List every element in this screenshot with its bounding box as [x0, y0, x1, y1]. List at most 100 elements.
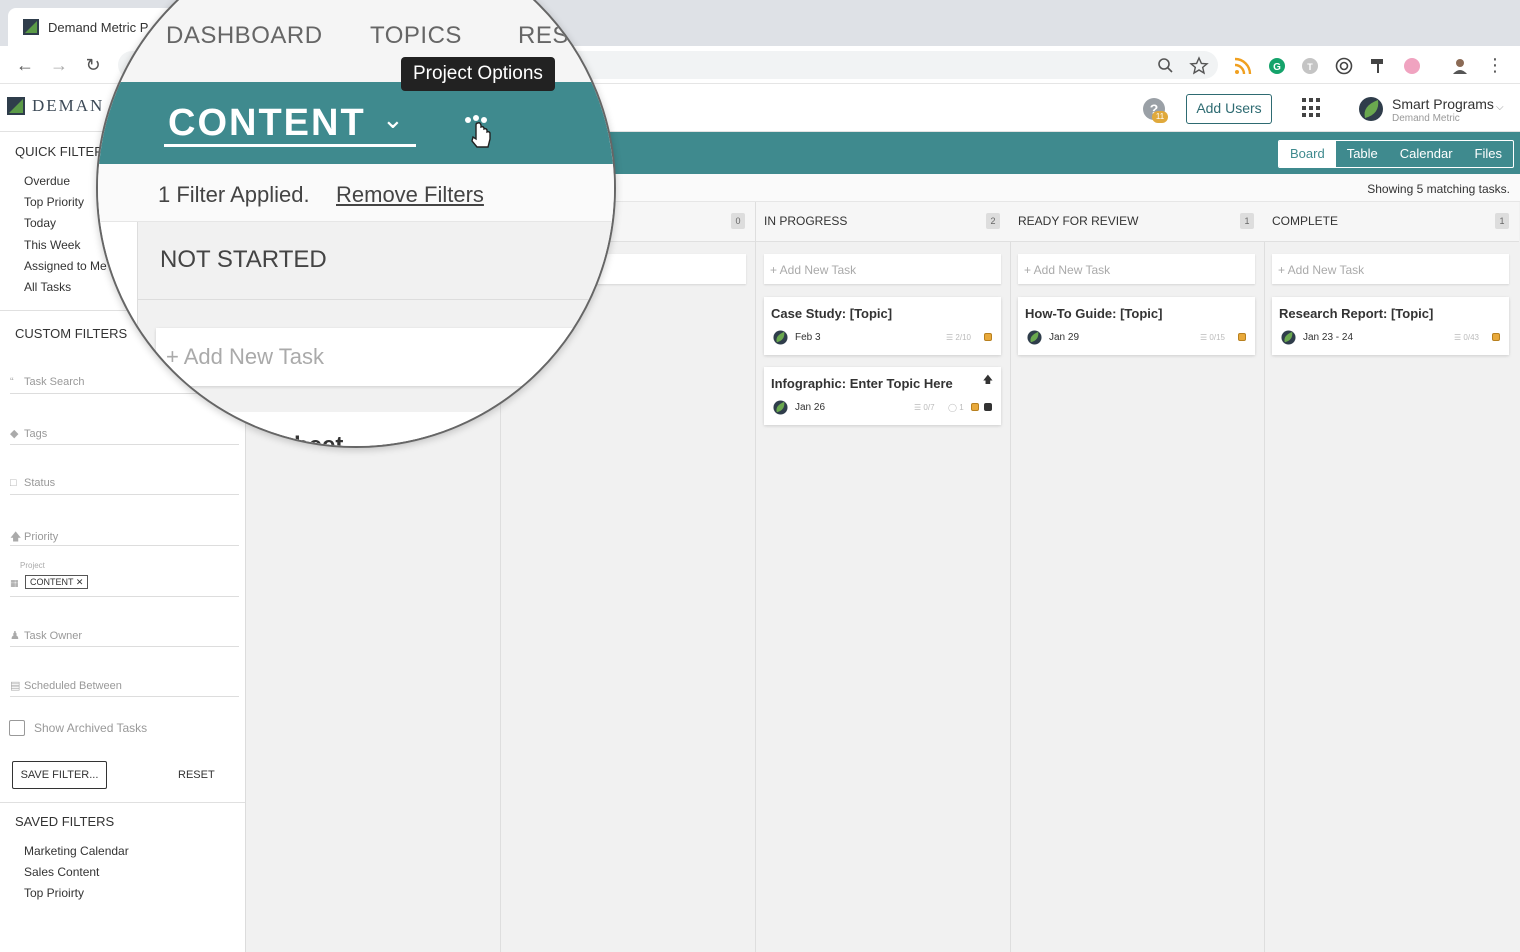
magnified-column-header: NOT STARTED	[138, 222, 614, 300]
magnified-filter-bar: 1 Filter Applied. Remove Filters	[98, 164, 614, 222]
demand-metric-logo-icon	[7, 97, 25, 115]
saved-filter-top-priority[interactable]: Top Prioirty	[24, 886, 84, 900]
task-title: Case Study: [Topic]	[771, 306, 893, 321]
magnified-sidebar-edge	[98, 222, 138, 446]
nav-resources[interactable]: RES	[518, 22, 569, 50]
account-caret-icon[interactable]: ⌵	[1496, 102, 1504, 113]
checklist-progress: ☰ 0/7	[914, 403, 935, 412]
tab-calendar[interactable]: Calendar	[1389, 141, 1464, 167]
add-task-input[interactable]: + Add New Task	[764, 254, 1001, 284]
saved-filters-heading: SAVED FILTERS	[15, 814, 115, 829]
tab-files[interactable]: Files	[1464, 141, 1513, 167]
rss-extension-icon[interactable]	[1233, 56, 1253, 76]
checklist-count: 0/43	[1463, 333, 1479, 342]
checklist-count: 0/15	[1209, 333, 1225, 342]
nav-topics[interactable]: TOPICS	[370, 22, 462, 50]
status-placeholder: Status	[24, 477, 56, 489]
quote-icon: “	[10, 376, 14, 388]
filter-applied-text: 1 Filter Applied.	[158, 182, 310, 207]
quick-filter-top-priority[interactable]: Top Priority	[24, 195, 84, 209]
owner-avatar-icon	[1281, 330, 1296, 345]
tab-board[interactable]: Board	[1279, 141, 1336, 167]
column-title: COMPLETE	[1272, 214, 1339, 228]
add-task-input[interactable]: + Add New Task	[1272, 254, 1509, 284]
account-avatar-icon[interactable]	[1358, 96, 1384, 122]
zoom-icon[interactable]	[1156, 56, 1176, 76]
project-title[interactable]: CONTENT	[168, 102, 366, 145]
scheduled-placeholder: Scheduled Between	[24, 680, 122, 692]
project-filter-chip[interactable]: CONTENT ✕	[25, 575, 89, 589]
saved-filter-sales-content[interactable]: Sales Content	[24, 865, 99, 879]
color-label-gold	[971, 403, 979, 411]
reset-button[interactable]: RESET	[178, 769, 215, 781]
back-icon[interactable]: ←	[14, 54, 36, 76]
notification-badge: 11	[1152, 111, 1168, 123]
task-title: How-To Guide: [Topic]	[1025, 306, 1163, 321]
add-users-button[interactable]: Add Users	[1186, 94, 1272, 124]
checklist-count: 2/10	[955, 333, 971, 342]
status-input[interactable]: □ Status	[10, 471, 239, 495]
task-card[interactable]: Case Study: [Topic] Feb 3 ☰ 2/10	[764, 297, 1001, 355]
comment-count: ◯ 1	[948, 403, 964, 412]
scheduled-between-input[interactable]: ▤ Scheduled Between	[10, 673, 239, 697]
remove-chip-icon[interactable]: ✕	[76, 577, 84, 587]
quick-filter-today[interactable]: Today	[24, 216, 56, 230]
extension-circle-icon[interactable]: T	[1300, 56, 1320, 76]
add-task-placeholder: + Add New Task	[166, 344, 324, 369]
checklist-progress: ☰ 0/15	[1200, 333, 1225, 342]
save-filter-button[interactable]: SAVE FILTER...	[12, 761, 107, 789]
task-owner-input[interactable]: ♟ Task Owner	[10, 623, 239, 647]
column-header: IN PROGRESS 2	[756, 202, 1010, 242]
pink-extension-icon[interactable]	[1402, 56, 1422, 76]
account-org: Demand Metric	[1392, 113, 1460, 124]
checklist-progress: ☰ 0/43	[1454, 333, 1479, 342]
priority-placeholder: Priority	[24, 531, 59, 543]
owner-avatar-icon	[773, 330, 788, 345]
column-count: 2	[986, 213, 1000, 229]
brand[interactable]: DEMAN	[6, 96, 104, 116]
add-task-input[interactable]: + Add New Task	[1018, 254, 1255, 284]
apps-grid-icon[interactable]	[1302, 98, 1322, 118]
project-chip-label: CONTENT	[30, 577, 74, 587]
magnified-add-task-input[interactable]: + Add New Task	[156, 328, 614, 386]
column-in-progress: IN PROGRESS 2 + Add New Task Case Study:…	[756, 202, 1011, 952]
priority-input[interactable]: 🡅 Priority	[10, 522, 239, 546]
task-card[interactable]: Infographic: Enter Topic Here 🡅 Jan 26 ☰…	[764, 367, 1001, 425]
spiral-extension-icon[interactable]	[1334, 56, 1354, 76]
owner-avatar-icon	[773, 400, 788, 415]
task-card[interactable]: How-To Guide: [Topic] Jan 29 ☰ 0/15	[1018, 297, 1255, 355]
magnified-task-card[interactable]: t sheet	[156, 412, 614, 446]
quick-filter-assigned-to-me[interactable]: Assigned to Me	[24, 259, 107, 273]
matching-tasks-count: Showing 5 matching tasks.	[1367, 182, 1510, 196]
quick-filter-this-week[interactable]: This Week	[24, 238, 80, 252]
arrow-up-icon: 🡅	[10, 531, 22, 543]
tab-table[interactable]: Table	[1336, 141, 1389, 167]
quick-filter-overdue[interactable]: Overdue	[24, 174, 70, 188]
calendar-icon: ▤	[10, 680, 21, 692]
chevron-down-icon[interactable]: ⌄	[382, 104, 404, 135]
color-label-gold	[984, 333, 992, 341]
account-name[interactable]: Smart Programs	[1392, 96, 1494, 112]
project-options-pointer-icon[interactable]	[462, 113, 502, 153]
show-archived-checkbox[interactable]	[9, 720, 25, 736]
column-ready-for-review: READY FOR REVIEW 1 + Add New Task How-To…	[1010, 202, 1265, 952]
task-title: Research Report: [Topic]	[1279, 306, 1434, 321]
browser-menu-icon[interactable]: ⋮	[1484, 54, 1506, 76]
paint-roller-extension-icon[interactable]	[1368, 56, 1388, 76]
nav-dashboard[interactable]: DASHBOARD	[166, 22, 323, 50]
column-complete: COMPLETE 1 + Add New Task Research Repor…	[1264, 202, 1519, 952]
column-title-not-started: NOT STARTED	[160, 246, 327, 273]
bookmark-star-icon[interactable]	[1189, 56, 1209, 76]
remove-filters-link[interactable]: Remove Filters	[336, 182, 484, 208]
grammarly-extension-icon[interactable]: G	[1267, 56, 1287, 76]
svg-text:T: T	[1307, 62, 1313, 72]
task-card[interactable]: Research Report: [Topic] Jan 23 - 24 ☰ 0…	[1272, 297, 1509, 355]
owner-avatar-icon	[1027, 330, 1042, 345]
saved-filter-marketing-calendar[interactable]: Marketing Calendar	[24, 844, 129, 858]
column-title: IN PROGRESS	[764, 214, 848, 228]
quick-filter-all-tasks[interactable]: All Tasks	[24, 280, 71, 294]
project-title-underline	[164, 144, 416, 147]
zoom-magnifier: DASHBOARD TOPICS RES CONTENT ⌄ Project O…	[96, 0, 616, 448]
profile-avatar-icon[interactable]	[1450, 56, 1470, 76]
forward-icon[interactable]: →	[48, 54, 70, 76]
